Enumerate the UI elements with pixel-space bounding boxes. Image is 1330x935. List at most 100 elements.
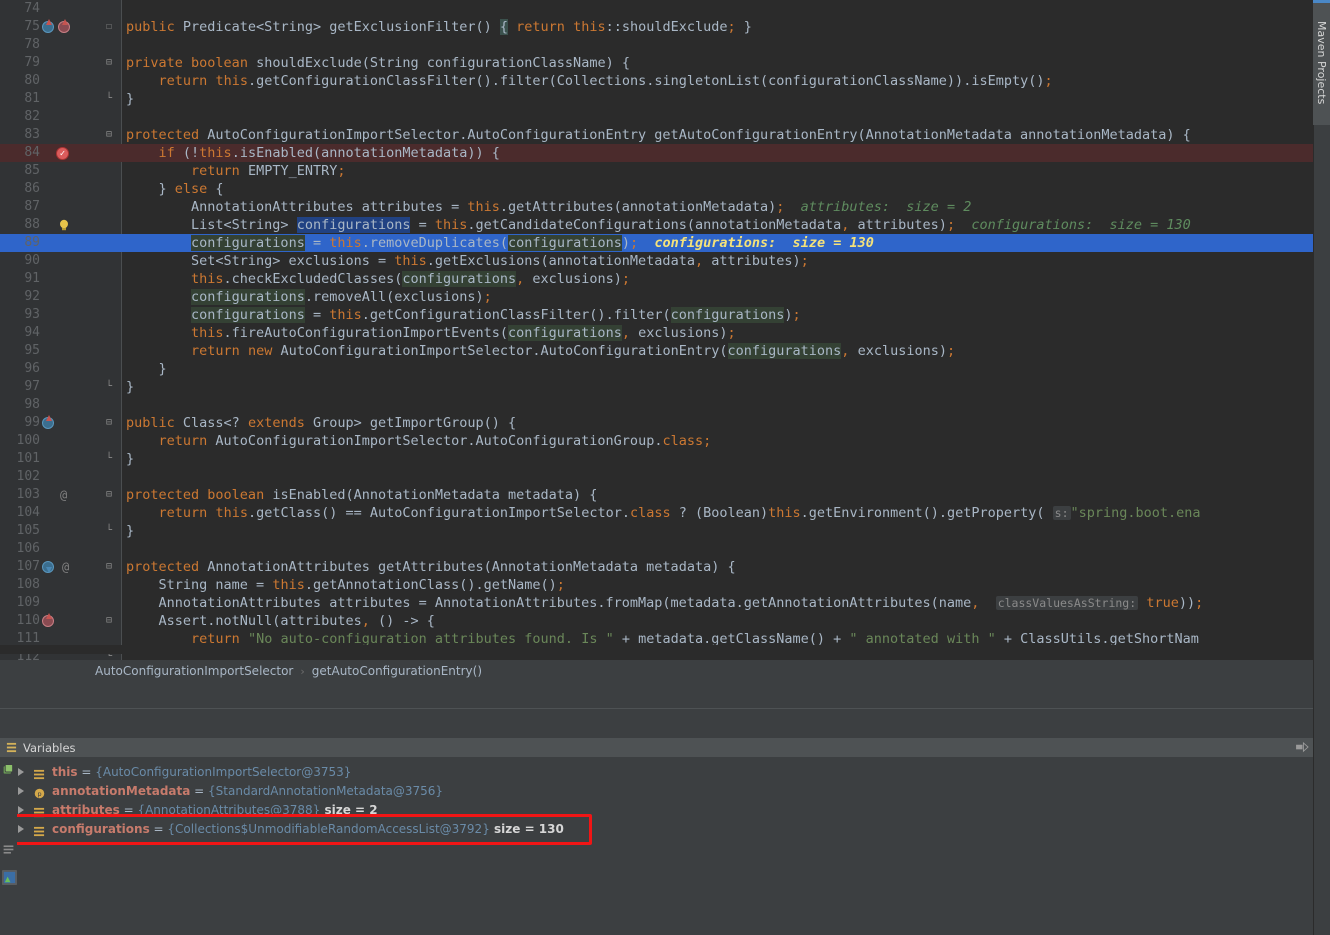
breadcrumb-class[interactable]: AutoConfigurationImportSelector: [95, 664, 293, 678]
gutter-icons[interactable]: [42, 396, 88, 414]
expand-triangle-icon[interactable]: [18, 825, 24, 833]
code-line-104[interactable]: 104 return this.getClass() == AutoConfig…: [0, 504, 1313, 522]
code-line-81[interactable]: 81 └}: [0, 90, 1313, 108]
gutter-icons[interactable]: @: [42, 486, 88, 504]
variable-row[interactable]: attributes = {AnnotationAttributes@3788}…: [0, 801, 1313, 820]
frames-icon[interactable]: [2, 763, 15, 776]
variables-tree[interactable]: this = {AutoConfigurationImportSelector@…: [0, 757, 1313, 935]
debug-side-toolbar[interactable]: [0, 757, 17, 935]
code-line-95[interactable]: 95 return new AutoConfigurationImportSel…: [0, 342, 1313, 360]
variable-text: attributes = {AnnotationAttributes@3788}…: [52, 801, 378, 820]
code-line-88[interactable]: 88 List<String> configurations = this.ge…: [0, 216, 1313, 234]
variables-panel-header: Variables: [0, 738, 1313, 757]
gutter-icons[interactable]: [42, 18, 88, 36]
gutter-icons[interactable]: [42, 234, 88, 252]
code-line-109[interactable]: 109 AnnotationAttributes attributes = An…: [0, 594, 1313, 612]
code-line-86[interactable]: 86 } else {: [0, 180, 1313, 198]
expand-triangle-icon[interactable]: [18, 768, 24, 776]
watches-icon[interactable]: [2, 843, 15, 856]
code-line-75[interactable]: 75 ☐ public Predicate<String> getExclusion…: [0, 18, 1313, 36]
variable-row[interactable]: configurations = {Collections$Unmodifiab…: [0, 820, 1313, 839]
gutter-icons[interactable]: [42, 36, 88, 54]
code-line-110[interactable]: 110 ⊟ Assert.notNull(attributes, () -> {: [0, 612, 1313, 630]
code-line-84[interactable]: 84 ✓ if (!this.isEnabled(annotationMetada…: [0, 144, 1313, 162]
gutter-icons[interactable]: [42, 432, 88, 450]
code-line-80[interactable]: 80 return this.getConfigurationClassFilt…: [0, 72, 1313, 90]
code-text: AnnotationAttributes attributes = Annota…: [126, 595, 1204, 611]
gutter-icons[interactable]: [42, 414, 88, 432]
gutter-icons[interactable]: [42, 540, 88, 558]
gutter-icons[interactable]: [42, 162, 88, 180]
expand-triangle-icon[interactable]: [18, 787, 24, 795]
console-icon[interactable]: [2, 870, 17, 885]
breadcrumb-method[interactable]: getAutoConfigurationEntry(): [312, 664, 482, 678]
code-line-108[interactable]: 108 String name = this.getAnnotationClas…: [0, 576, 1313, 594]
gutter-icons[interactable]: [42, 108, 88, 126]
code-line-85[interactable]: 85 return EMPTY_ENTRY;: [0, 162, 1313, 180]
gutter-icons[interactable]: [42, 180, 88, 198]
code-line-74[interactable]: 74: [0, 0, 1313, 18]
gutter-icons[interactable]: [42, 72, 88, 90]
gutter-icons[interactable]: ✓: [42, 144, 88, 162]
code-line-91[interactable]: 91 this.checkExcludedClasses(configurati…: [0, 270, 1313, 288]
code-line-105[interactable]: 105 └}: [0, 522, 1313, 540]
gutter-icons[interactable]: [42, 324, 88, 342]
gutter-icons[interactable]: [42, 270, 88, 288]
code-line-97[interactable]: 97 └}: [0, 378, 1313, 396]
code-line-98[interactable]: 98: [0, 396, 1313, 414]
line-number: 98: [24, 397, 40, 412]
gutter-icons[interactable]: [42, 306, 88, 324]
tab-maven-projects[interactable]: Maven Projects: [1313, 0, 1330, 125]
gutter-icons[interactable]: [42, 252, 88, 270]
code-text: protected AnnotationAttributes getAttrib…: [126, 559, 736, 575]
gutter-icons[interactable]: [42, 522, 88, 540]
gutter-icons[interactable]: @: [42, 558, 88, 576]
code-line-78[interactable]: 78: [0, 36, 1313, 54]
code-line-82[interactable]: 82: [0, 108, 1313, 126]
variable-row[interactable]: this = {AutoConfigurationImportSelector@…: [0, 763, 1313, 782]
gutter-icons[interactable]: [42, 378, 88, 396]
gutter-icons[interactable]: [42, 216, 88, 234]
code-line-100[interactable]: 100 return AutoConfigurationImportSelect…: [0, 432, 1313, 450]
gutter-icons[interactable]: [42, 360, 88, 378]
editor-hscrollbar-track[interactable]: [0, 645, 1313, 654]
breadcrumb[interactable]: AutoConfigurationImportSelector › getAut…: [0, 660, 1313, 682]
gutter-icons[interactable]: [42, 504, 88, 522]
code-line-83[interactable]: 83 ⊟ protected AutoConfigurationImportSele…: [0, 126, 1313, 144]
line-number: 103: [16, 487, 40, 502]
code-line-89[interactable]: 89 configurations = this.removeDuplicate…: [0, 234, 1313, 252]
code-line-103[interactable]: 103 @ ⊟ protected boolean isEnabled(Annotat…: [0, 486, 1313, 504]
line-number: 100: [16, 433, 40, 448]
code-line-106[interactable]: 106: [0, 540, 1313, 558]
code-line-93[interactable]: 93 configurations = this.getConfiguratio…: [0, 306, 1313, 324]
code-line-94[interactable]: 94 this.fireAutoConfigurationImportEvent…: [0, 324, 1313, 342]
gutter-icons[interactable]: [42, 576, 88, 594]
code-line-90[interactable]: 90 Set<String> exclusions = this.getExcl…: [0, 252, 1313, 270]
code-line-79[interactable]: 79 ⊟ private boolean shouldExclude(String …: [0, 54, 1313, 72]
gutter-icons[interactable]: [42, 198, 88, 216]
code-line-101[interactable]: 101 └}: [0, 450, 1313, 468]
code-editor[interactable]: 74 75 ☐ public Predicate<String> getExclusi…: [0, 0, 1313, 660]
code-line-96[interactable]: 96 }: [0, 360, 1313, 378]
variable-row[interactable]: p annotationMetadata = {StandardAnnotatio…: [0, 782, 1313, 801]
gutter-icons[interactable]: [42, 450, 88, 468]
gutter-icons[interactable]: [42, 0, 88, 18]
code-line-99[interactable]: 99 ⊟ public Class<? extends Group> getImpo…: [0, 414, 1313, 432]
gutter-icons[interactable]: [42, 342, 88, 360]
expand-triangle-icon[interactable]: [18, 806, 24, 814]
gutter-icons[interactable]: [42, 126, 88, 144]
gutter-icons[interactable]: [42, 54, 88, 72]
gutter-icons[interactable]: [42, 288, 88, 306]
line-number: 91: [24, 271, 40, 286]
gutter-icons[interactable]: [42, 594, 88, 612]
line-number: 108: [16, 577, 40, 592]
gutter-icons[interactable]: [42, 612, 88, 630]
gutter-icons[interactable]: [42, 468, 88, 486]
code-line-87[interactable]: 87 AnnotationAttributes attributes = thi…: [0, 198, 1313, 216]
collapse-panel-icon[interactable]: [1296, 742, 1309, 753]
code-line-107[interactable]: 107 @ ⊟ protected AnnotationAttributes getA…: [0, 558, 1313, 576]
gutter-icons[interactable]: [42, 90, 88, 108]
code-line-92[interactable]: 92 configurations.removeAll(exclusions);: [0, 288, 1313, 306]
code-line-102[interactable]: 102: [0, 468, 1313, 486]
line-number: 106: [16, 541, 40, 556]
